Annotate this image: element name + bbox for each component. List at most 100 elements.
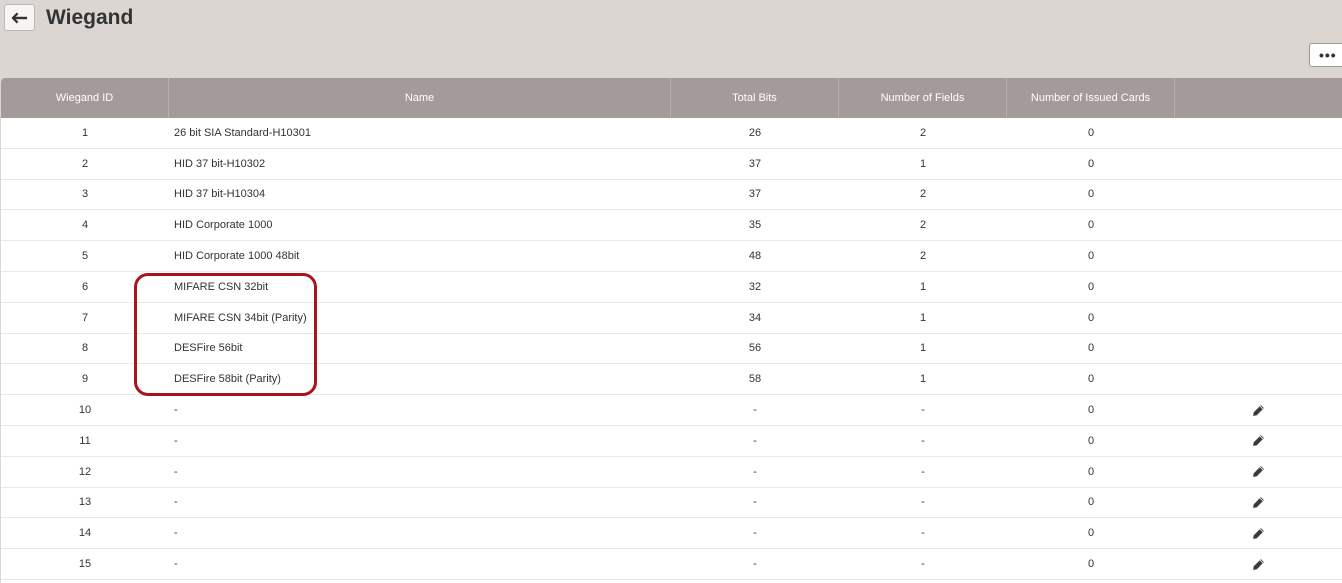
cell-number-of-issued-cards: 0 (1087, 465, 1095, 478)
cell-total-bits: 26 (748, 126, 762, 139)
cell-name: HID Corporate 1000 (174, 219, 273, 232)
cell-total-bits: 37 (748, 157, 762, 170)
cell-name: HID 37 bit-H10302 (174, 157, 266, 170)
cell-number-of-fields: - (921, 434, 925, 447)
cell-name: HID Corporate 1000 48bit (174, 250, 300, 263)
pencil-icon (1253, 497, 1264, 508)
cell-actions (1175, 496, 1342, 509)
table-row[interactable]: 12 - - - 0 (1, 457, 1342, 488)
cell-number-of-issued-cards: 0 (1087, 126, 1095, 139)
column-header-number-of-fields[interactable]: Number of Fields (839, 78, 1007, 118)
cell-number-of-fields: 1 (919, 311, 927, 324)
cell-wiegand-id: 8 (81, 342, 89, 355)
cell-wiegand-id: 7 (81, 311, 89, 324)
table-row[interactable]: 5 HID Corporate 1000 48bit 48 2 0 (1, 241, 1342, 272)
edit-button[interactable] (1252, 558, 1265, 571)
cell-name: - (174, 465, 178, 478)
edit-button[interactable] (1252, 465, 1265, 478)
edit-button[interactable] (1252, 434, 1265, 447)
cell-name: - (174, 496, 178, 509)
cell-wiegand-id: 3 (81, 188, 89, 201)
cell-actions (1175, 434, 1342, 447)
pencil-icon (1253, 466, 1264, 478)
cell-number-of-fields: 1 (919, 157, 927, 170)
edit-button[interactable] (1252, 404, 1265, 417)
cell-number-of-fields: - (921, 404, 925, 417)
cell-number-of-issued-cards: 0 (1087, 558, 1095, 571)
cell-number-of-issued-cards: 0 (1087, 342, 1095, 355)
edit-button[interactable] (1252, 496, 1265, 509)
table-row[interactable]: 1 26 bit SIA Standard-H10301 26 2 0 (1, 118, 1342, 149)
table-row[interactable]: 6 MIFARE CSN 32bit 32 1 0 (1, 272, 1342, 303)
cell-number-of-fields: 2 (919, 126, 927, 139)
back-button[interactable] (4, 4, 35, 31)
cell-actions (1175, 404, 1342, 417)
column-header-number-of-issued-cards[interactable]: Number of Issued Cards (1007, 78, 1175, 118)
cell-number-of-issued-cards: 0 (1087, 527, 1095, 540)
column-header-total-bits[interactable]: Total Bits (671, 78, 839, 118)
more-options-button[interactable]: ••• (1309, 43, 1342, 67)
cell-wiegand-id: 15 (78, 558, 92, 571)
cell-name: MIFARE CSN 32bit (174, 280, 269, 293)
table-row[interactable]: 3 HID 37 bit-H10304 37 2 0 (1, 180, 1342, 211)
table-row[interactable]: 10 - - - 0 (1, 395, 1342, 426)
column-header-name[interactable]: Name (169, 78, 671, 118)
cell-wiegand-id: 14 (78, 527, 92, 540)
cell-wiegand-id: 2 (81, 157, 89, 170)
cell-wiegand-id: 13 (78, 496, 92, 509)
cell-name: - (174, 527, 178, 540)
pencil-icon (1253, 435, 1264, 447)
cell-wiegand-id: 11 (79, 434, 91, 447)
cell-total-bits: - (753, 527, 757, 540)
cell-number-of-fields: 2 (919, 250, 927, 263)
table-body: 1 26 bit SIA Standard-H10301 26 2 0 2 HID 37 b… (1, 118, 1342, 580)
cell-total-bits: - (753, 404, 757, 417)
cell-name: MIFARE CSN 34bit (Parity) (174, 311, 307, 324)
cell-total-bits: - (753, 496, 757, 509)
edit-button[interactable] (1252, 527, 1265, 540)
cell-number-of-fields: 1 (919, 342, 927, 355)
table-row[interactable]: 8 DESFire 56bit 56 1 0 (1, 334, 1342, 365)
table-row[interactable]: 4 HID Corporate 1000 35 2 0 (1, 210, 1342, 242)
wiegand-table: Wiegand ID Name Total Bits Number of Fie… (1, 78, 1342, 583)
table-row[interactable]: 7 MIFARE CSN 34bit (Parity) 34 1 0 (1, 303, 1342, 334)
cell-name: - (174, 434, 178, 447)
column-header-wiegand-id[interactable]: Wiegand ID (1, 78, 169, 118)
table-header: Wiegand ID Name Total Bits Number of Fie… (1, 78, 1342, 118)
cell-total-bits: 32 (748, 280, 762, 293)
cell-actions (1175, 465, 1342, 478)
pencil-icon (1253, 558, 1264, 570)
table-row[interactable]: 9 DESFire 58bit (Parity) 58 1 0 (1, 364, 1342, 396)
cell-wiegand-id: 4 (81, 219, 89, 232)
cell-total-bits: 37 (748, 188, 762, 201)
cell-number-of-fields: - (921, 465, 925, 478)
cell-number-of-issued-cards: 0 (1087, 311, 1095, 324)
cell-name: HID 37 bit-H10304 (174, 188, 266, 201)
pencil-icon (1253, 527, 1264, 539)
cell-wiegand-id: 12 (78, 465, 92, 478)
cell-name: - (174, 404, 178, 417)
table-row[interactable]: 14 - - - 0 (1, 518, 1342, 550)
cell-name: DESFire 56bit (174, 342, 243, 355)
arrow-left-icon (11, 11, 28, 24)
table-row[interactable]: 2 HID 37 bit-H10302 37 1 0 (1, 149, 1342, 180)
cell-number-of-issued-cards: 0 (1087, 496, 1095, 509)
cell-number-of-fields: 2 (919, 219, 927, 232)
cell-actions (1175, 527, 1342, 540)
cell-number-of-fields: 2 (919, 188, 927, 201)
cell-number-of-fields: 1 (919, 373, 927, 386)
cell-total-bits: - (753, 558, 757, 571)
table-row[interactable]: 13 - - - 0 (1, 488, 1342, 519)
cell-number-of-issued-cards: 0 (1087, 404, 1095, 417)
cell-number-of-issued-cards: 0 (1087, 188, 1095, 201)
table-row[interactable]: 11 - - - 0 (1, 426, 1342, 457)
cell-total-bits: 48 (748, 250, 762, 263)
cell-number-of-issued-cards: 0 (1087, 280, 1095, 293)
table-row[interactable]: 15 - - - 0 (1, 549, 1342, 580)
cell-name: DESFire 58bit (Parity) (174, 373, 281, 386)
cell-actions (1175, 558, 1342, 571)
cell-number-of-issued-cards: 0 (1087, 219, 1095, 232)
cell-total-bits: - (753, 434, 757, 447)
cell-wiegand-id: 5 (81, 250, 89, 263)
cell-total-bits: 34 (748, 311, 762, 324)
